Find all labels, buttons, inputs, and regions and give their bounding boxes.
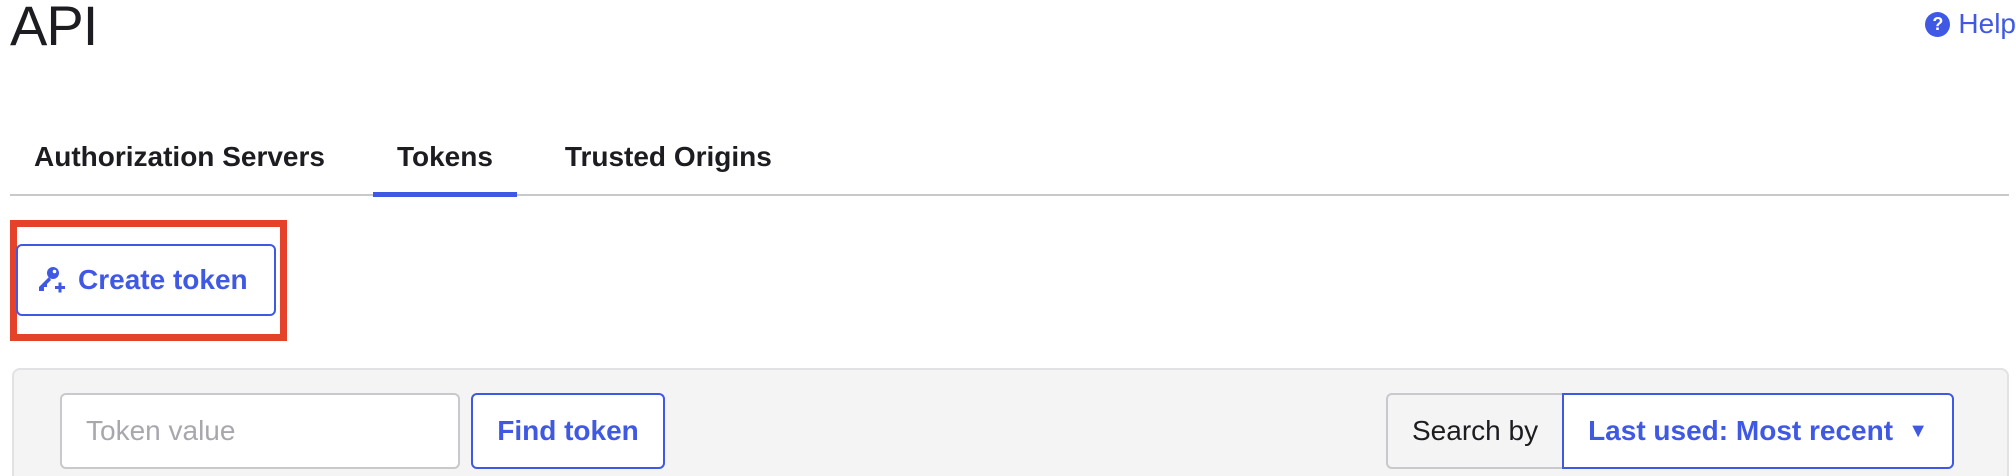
help-label: Help <box>1958 8 2016 39</box>
caret-down-icon: ▼ <box>1908 419 1929 442</box>
api-page: API ? Help Authorization Servers Tokens … <box>0 0 2016 476</box>
sort-select[interactable]: Last used: Most recent ▼ <box>1562 393 1955 469</box>
create-token-label: Create token <box>78 264 248 295</box>
search-by-group: Search by Last used: Most recent ▼ <box>1386 393 1955 469</box>
page-title: API <box>10 0 98 57</box>
help-link[interactable]: ? Help <box>1925 8 2016 40</box>
token-value-input[interactable] <box>60 393 460 469</box>
tab-tokens[interactable]: Tokens <box>372 120 517 197</box>
key-plus-icon <box>36 265 66 295</box>
question-circle-icon: ? <box>1925 11 1951 37</box>
create-token-button[interactable]: Create token <box>16 244 276 316</box>
tab-bar: Authorization Servers Tokens Trusted Ori… <box>10 120 2009 197</box>
tab-trusted-origins[interactable]: Trusted Origins <box>541 120 796 194</box>
tab-authorization-servers[interactable]: Authorization Servers <box>10 120 349 194</box>
search-by-label: Search by <box>1386 393 1563 469</box>
find-token-button[interactable]: Find token <box>471 393 665 469</box>
sort-selected-value: Last used: Most recent <box>1588 415 1894 446</box>
